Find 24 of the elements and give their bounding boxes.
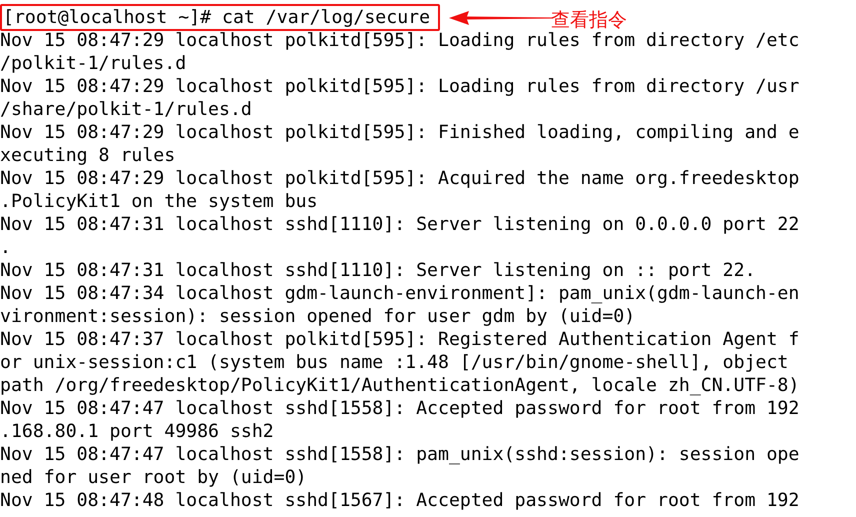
- log-line: .PolicyKit1 on the system bus: [0, 190, 318, 213]
- log-line: or unix-session:c1 (system bus name :1.48 [/usr/bin/gnome-shell], object: [0, 351, 788, 374]
- log-line: ned for user root by (uid=0): [0, 466, 307, 489]
- log-line: vironment:session): session opened for user gdm by (uid=0): [0, 305, 636, 328]
- annotation-label: 查看指令: [551, 9, 627, 31]
- log-line: Nov 15 08:47:29 localhost polkitd[595]: Finished loading, compiling and e: [0, 121, 800, 144]
- log-line: .: [0, 236, 11, 259]
- log-line: Nov 15 08:47:31 localhost sshd[1110]: Server listening on :: port 22.: [0, 259, 756, 282]
- log-line: Nov 15 08:47:29 localhost polkitd[595]: Loading rules from directory /etc: [0, 29, 800, 52]
- log-line: path /org/freedesktop/PolicyKit1/AuthenticationAgent, locale zh_CN.UTF-8): [0, 374, 800, 397]
- log-line: /polkit-1/rules.d: [0, 52, 186, 75]
- log-line: .168.80.1 port 49986 ssh2: [0, 420, 274, 443]
- command-line: [root@localhost ~]# cat /var/log/secure: [3, 6, 430, 29]
- log-line: Nov 15 08:47:29 localhost polkitd[595]: Acquired the name org.freedesktop: [0, 167, 800, 190]
- log-line: Nov 15 08:47:47 localhost sshd[1558]: pam_unix(sshd:session): session ope: [0, 443, 800, 466]
- log-line: Nov 15 08:47:31 localhost sshd[1110]: Server listening on 0.0.0.0 port 22: [0, 213, 800, 236]
- log-line: Nov 15 08:47:29 localhost polkitd[595]: Loading rules from directory /usr: [0, 75, 800, 98]
- log-line: xecuting 8 rules: [0, 144, 176, 167]
- log-line: Nov 15 08:47:48 localhost sshd[1567]: Accepted password for root from 192: [0, 489, 800, 512]
- log-line: Nov 15 08:47:47 localhost sshd[1558]: Accepted password for root from 192: [0, 397, 800, 420]
- log-line: Nov 15 08:47:34 localhost gdm-launch-environment]: pam_unix(gdm-launch-en: [0, 282, 800, 305]
- arrow-icon: [449, 11, 553, 25]
- log-line: /share/polkit-1/rules.d: [0, 98, 252, 121]
- log-line: Nov 15 08:47:37 localhost polkitd[595]: Registered Authentication Agent f: [0, 328, 800, 351]
